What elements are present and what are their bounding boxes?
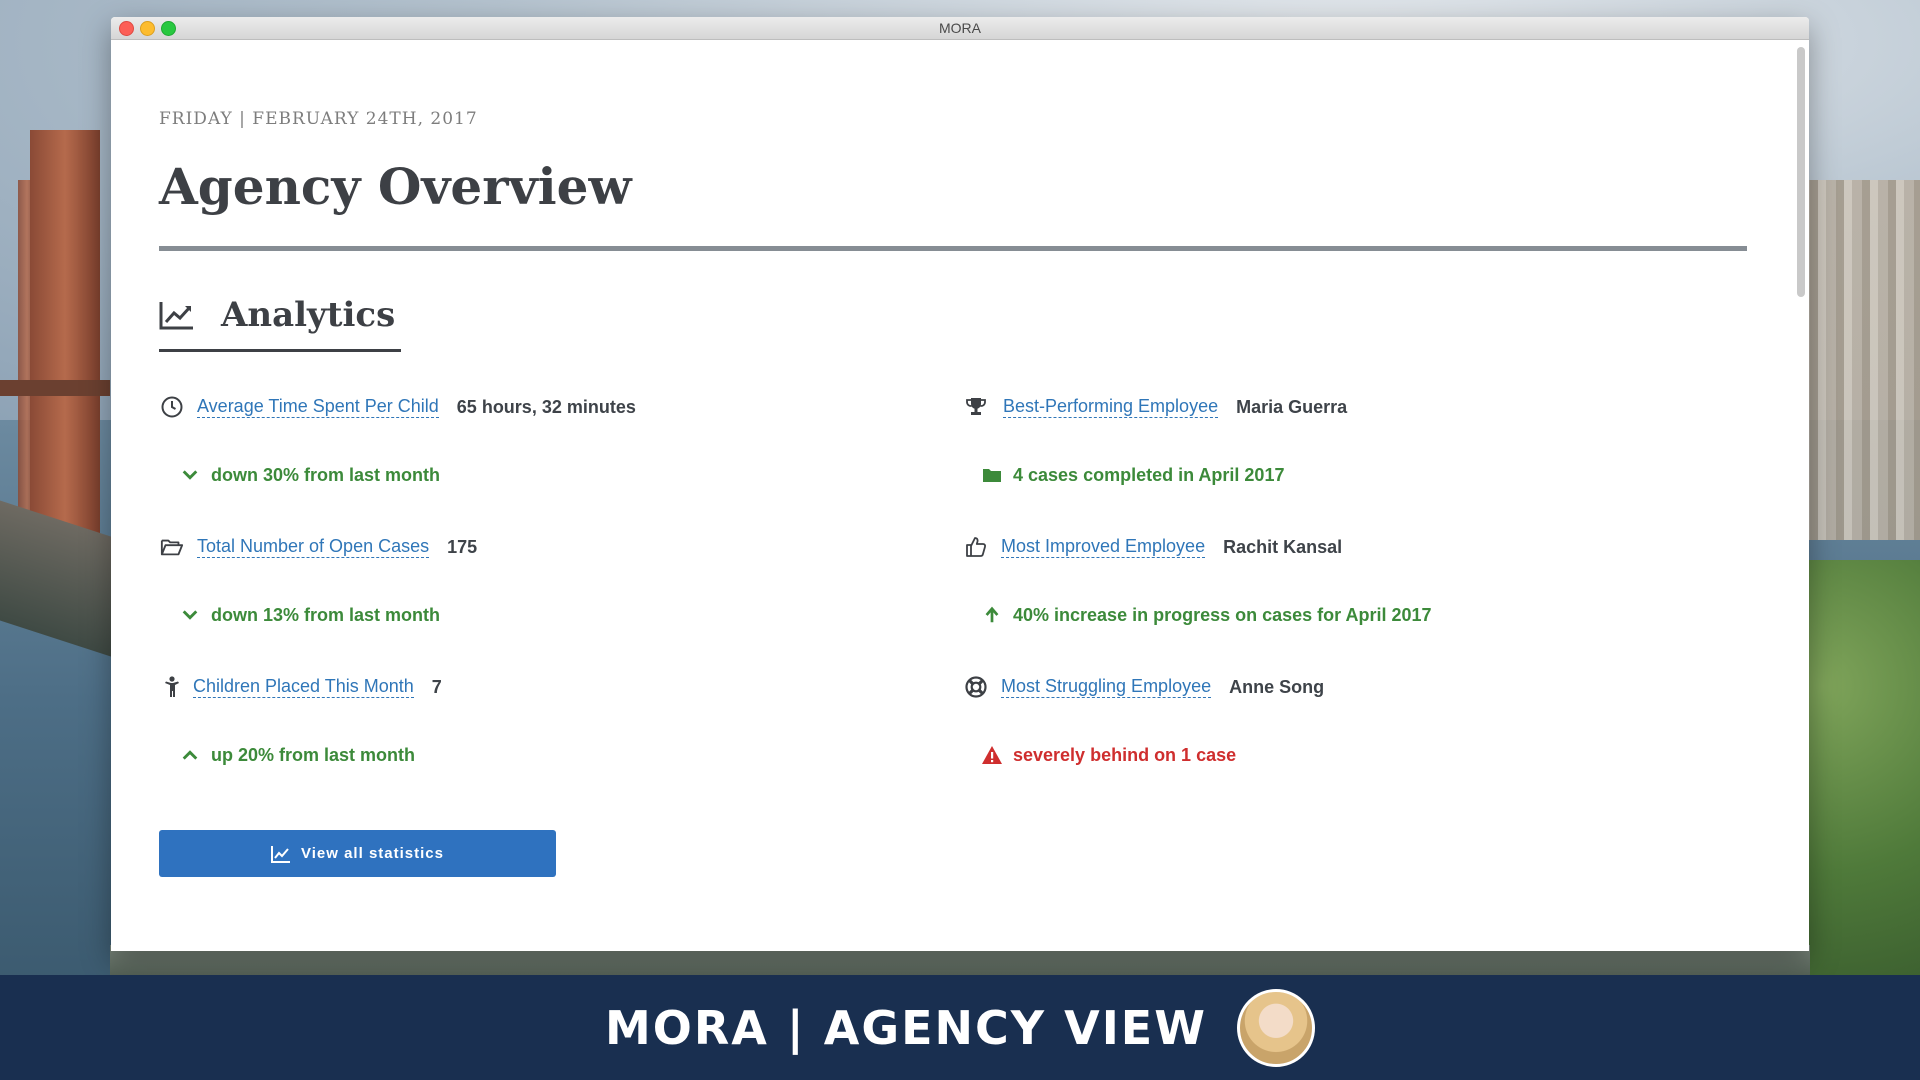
folder-icon xyxy=(981,464,1003,486)
avg-time-value: 65 hours, 32 minutes xyxy=(456,396,636,417)
line-chart-icon xyxy=(159,302,193,330)
life-ring-icon xyxy=(963,674,989,700)
line-chart-icon xyxy=(271,845,291,863)
background-bridge-tower xyxy=(30,130,100,550)
metric-avg-time: Average Time Spent Per Child 65 hours, 3… xyxy=(159,394,636,420)
metric-most-improved-note: 40% increase in progress on cases for Ap… xyxy=(981,604,1432,626)
metric-most-struggling-note: severely behind on 1 case xyxy=(981,744,1236,766)
arrow-up-icon xyxy=(981,604,1003,626)
most-struggling-detail: severely behind on 1 case xyxy=(1013,744,1237,765)
avg-time-trend: down 30% from last month xyxy=(211,464,441,485)
chevron-up-icon xyxy=(179,744,201,766)
window-titlebar[interactable]: MORA xyxy=(111,17,1809,40)
most-struggling-link[interactable]: Most Struggling Employee xyxy=(1001,676,1212,699)
children-placed-value: 7 xyxy=(431,676,442,697)
title-divider xyxy=(159,246,1747,251)
warning-icon xyxy=(981,744,1003,766)
metric-open-cases-note: down 13% from last month xyxy=(179,604,440,626)
background-city xyxy=(1800,180,1920,540)
most-struggling-value: Anne Song xyxy=(1229,676,1325,697)
section-title: Analytics xyxy=(221,295,396,335)
avg-time-link[interactable]: Average Time Spent Per Child xyxy=(197,396,439,419)
metric-best-employee-note: 4 cases completed in April 2017 xyxy=(981,464,1284,486)
metric-best-employee: Best-Performing Employee Maria Guerra xyxy=(963,394,1347,420)
thumbs-up-icon xyxy=(963,534,989,560)
analytics-grid: Average Time Spent Per Child 65 hours, 3… xyxy=(159,378,1747,877)
analytics-section-header: Analytics xyxy=(159,295,1747,335)
metric-open-cases: Total Number of Open Cases 175 xyxy=(159,534,477,560)
main-content: FRIDAY | FEBRUARY 24TH, 2017 Agency Over… xyxy=(159,39,1747,877)
metric-avg-time-note: down 30% from last month xyxy=(179,464,440,486)
most-improved-detail: 40% increase in progress on cases for Ap… xyxy=(1013,604,1432,625)
section-underline xyxy=(159,349,401,352)
view-all-statistics-button[interactable]: View all statistics xyxy=(159,830,556,877)
most-improved-link[interactable]: Most Improved Employee xyxy=(1001,536,1206,559)
bottom-banner: MORA | AGENCY VIEW xyxy=(0,975,1920,1080)
trophy-icon xyxy=(963,394,989,420)
best-employee-value: Maria Guerra xyxy=(1236,396,1348,417)
metric-children-placed: Children Placed This Month 7 xyxy=(159,674,442,700)
clock-icon xyxy=(159,394,185,420)
most-improved-value: Rachit Kansal xyxy=(1223,536,1343,557)
children-placed-trend: up 20% from last month xyxy=(211,744,416,765)
chevron-down-icon xyxy=(179,464,201,486)
metric-children-placed-note: up 20% from last month xyxy=(179,744,415,766)
best-employee-detail: 4 cases completed in April 2017 xyxy=(1013,464,1285,485)
view-all-statistics-label: View all statistics xyxy=(301,845,444,862)
open-cases-value: 175 xyxy=(447,536,478,557)
child-icon xyxy=(159,674,185,700)
metric-most-struggling: Most Struggling Employee Anne Song xyxy=(963,674,1324,700)
open-cases-link[interactable]: Total Number of Open Cases xyxy=(197,536,430,559)
open-cases-trend: down 13% from last month xyxy=(211,604,441,625)
metric-most-improved: Most Improved Employee Rachit Kansal xyxy=(963,534,1342,560)
best-employee-link[interactable]: Best-Performing Employee xyxy=(1003,396,1219,419)
folder-open-icon xyxy=(159,534,185,560)
app-window: MORA FRIDAY | FEBRUARY 24TH, 2017 Agency… xyxy=(111,17,1809,951)
children-placed-link[interactable]: Children Placed This Month xyxy=(193,676,414,699)
avatar xyxy=(1236,988,1315,1067)
vertical-scrollbar[interactable] xyxy=(1797,47,1805,297)
chevron-down-icon xyxy=(179,604,201,626)
banner-title: MORA | AGENCY VIEW xyxy=(605,1000,1207,1055)
page-title: Agency Overview xyxy=(159,157,632,216)
background-bridge-deck xyxy=(0,380,110,396)
page-date: FRIDAY | FEBRUARY 24TH, 2017 xyxy=(159,109,478,129)
window-title: MORA xyxy=(939,20,981,36)
